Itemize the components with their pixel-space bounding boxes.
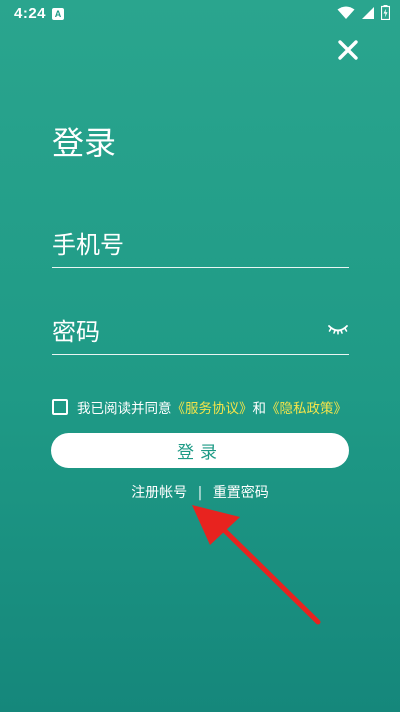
privacy-policy-link[interactable]: 《隐私政策》 (266, 397, 347, 417)
status-icons (337, 5, 390, 20)
phone-input[interactable] (52, 225, 312, 265)
account-links: 注册帐号 | 重置密码 (0, 482, 400, 502)
phone-field-container (52, 225, 349, 268)
page-title: 登录 (52, 124, 117, 162)
agreement-row: 我已阅读并同意 《服务协议》 和 《隐私政策》 (52, 397, 347, 417)
agreement-checkbox[interactable] (52, 399, 68, 415)
agreement-prefix: 我已阅读并同意 (77, 401, 172, 417)
login-button[interactable]: 登录 (51, 433, 349, 468)
reset-password-link[interactable]: 重置密码 (213, 485, 269, 501)
password-input[interactable] (52, 312, 312, 352)
app-notification-letter: A (54, 9, 62, 19)
status-bar: 4:24 A (0, 0, 400, 28)
battery-icon (381, 5, 390, 20)
password-field-container (52, 312, 349, 355)
status-time: 4:24 (14, 5, 47, 22)
agreement-and: 和 (252, 401, 267, 417)
close-icon (338, 40, 358, 60)
wifi-icon (337, 6, 355, 19)
annotation-arrow-icon (192, 505, 321, 625)
app-notification-icon: A (52, 8, 64, 20)
signal-icon (362, 6, 374, 19)
service-agreement-link[interactable]: 《服务协议》 (172, 397, 253, 417)
register-account-link[interactable]: 注册帐号 (131, 485, 187, 501)
eye-closed-icon (328, 325, 348, 335)
links-separator: | (197, 485, 203, 501)
close-button[interactable] (334, 36, 362, 64)
password-visibility-toggle[interactable] (327, 318, 349, 340)
annotation-arrow-overlay (192, 505, 321, 625)
